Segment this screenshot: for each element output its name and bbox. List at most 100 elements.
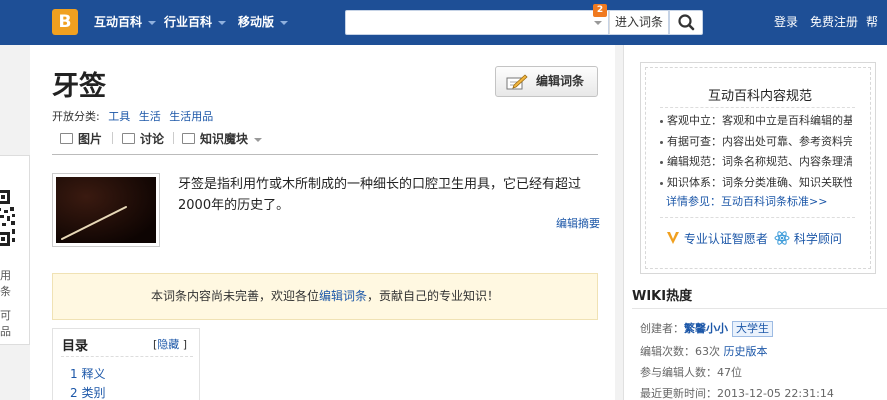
rule-item-text: 客观中立：客观和中立是百科编辑的基础: [667, 114, 852, 127]
chevron-down-icon: [254, 137, 263, 142]
professional-volunteer-label: 专业认证智愿者: [683, 232, 768, 246]
updated-value: 2013-12-05 22:31:14: [717, 387, 834, 400]
rule-item-text: 编辑规范：词条名称规范、内容条理清晰: [667, 155, 852, 168]
creator-row: 创建者：繁馨小小 大学生: [640, 320, 773, 337]
rules-divider: [660, 107, 855, 108]
edit-summary-link[interactable]: 编辑摘要: [556, 215, 600, 231]
pencil-icon: [506, 74, 528, 90]
image-icon: [60, 133, 73, 144]
tab-images[interactable]: 图片: [60, 130, 102, 147]
rule-item: 有据可查：内容出处可靠、参考资料完善: [660, 133, 852, 149]
rule-item-text: 知识体系：词条分类准确、知识关联性强: [667, 176, 852, 189]
wiki-divider: [632, 308, 887, 309]
comment-icon: [122, 133, 135, 144]
toc-hide-toggle[interactable]: [隐藏 ]: [153, 336, 187, 352]
search-input[interactable]: [345, 10, 609, 35]
bullet-icon: [660, 119, 663, 123]
notice-text-after: ，贡献自己的专业知识！: [367, 289, 500, 303]
toc-item[interactable]: 2 类别: [70, 384, 105, 400]
toothpick-image: [56, 177, 156, 243]
tab-discussion-label: 讨论: [140, 132, 165, 146]
nav-mobile[interactable]: 移动版: [238, 0, 289, 45]
incomplete-notice: 本词条内容尚未完善，欢迎各位编辑词条，贡献自己的专业知识！: [52, 273, 598, 320]
login-link[interactable]: 登录: [774, 0, 798, 45]
tab-knowledge-block-label: 知识魔块: [200, 132, 249, 146]
science-advisor-label: 科学顾问: [793, 232, 842, 246]
table-of-contents: 目录 [隐藏 ] 1 释义 2 类别: [52, 328, 200, 400]
search-dropdown-icon[interactable]: [594, 21, 602, 25]
toc-item[interactable]: 1 释义: [70, 365, 105, 382]
open-categories: 开放分类: 工具 生活 生活用品: [52, 108, 213, 124]
toc-bracket-close: ]: [182, 338, 188, 351]
category-link-life[interactable]: 生活: [139, 110, 161, 123]
chevron-down-icon: [280, 20, 289, 25]
tab-knowledge-block[interactable]: 知识魔块: [182, 130, 263, 147]
rules-divider: [660, 217, 855, 218]
edit-entry-label: 编辑词条: [536, 74, 585, 88]
toc-title: 目录: [62, 339, 89, 354]
professional-volunteer-link[interactable]: 专业认证智愿者: [666, 230, 768, 247]
notice-edit-link[interactable]: 编辑词条: [319, 289, 367, 303]
tab-divider: [173, 132, 174, 144]
nav-hudong-baike-label: 互动百科: [94, 15, 143, 29]
rules-detail-link[interactable]: 详情参见：互动百科词条标准>>: [666, 193, 827, 209]
tab-images-label: 图片: [78, 132, 103, 146]
search-icon: [678, 14, 695, 31]
tab-divider: [112, 132, 113, 144]
categories-label: 开放分类:: [52, 110, 100, 123]
editors-value: 47位: [717, 366, 742, 379]
qr-code-icon: [0, 188, 16, 250]
science-advisor-link[interactable]: 科学顾问: [774, 230, 842, 247]
editors-label: 参与编辑人数：: [640, 366, 717, 379]
nav-mobile-label: 移动版: [238, 15, 275, 29]
toc-divider: [61, 356, 193, 357]
register-link[interactable]: 免费注册: [810, 0, 858, 45]
rule-item-text: 有据可查：内容出处可靠、参考资料完善: [667, 135, 852, 148]
history-version-link[interactable]: 历史版本: [724, 345, 768, 358]
tabs-divider: [52, 154, 598, 155]
enter-entry-button[interactable]: 进入词条: [609, 10, 669, 35]
puzzle-icon: [182, 133, 195, 144]
updated-label: 最近更新时间：: [640, 387, 717, 400]
editors-row: 参与编辑人数：47位: [640, 364, 742, 380]
nav-industry-baike-label: 行业百科: [164, 15, 213, 29]
chevron-down-icon: [218, 20, 227, 25]
category-link-daily-goods[interactable]: 生活用品: [169, 110, 213, 123]
toc-hide-label: 隐藏: [157, 338, 180, 351]
bullet-icon: [660, 160, 663, 164]
entry-thumbnail[interactable]: [52, 173, 160, 247]
search-button[interactable]: [669, 10, 703, 35]
top-navigation-bar: B 互动百科 行业百科 移动版 2 进入词条 登录 免费注册 帮助: [0, 0, 887, 74]
bullet-icon: [660, 181, 663, 185]
entry-summary: 牙签是指利用竹或木所制成的一种细长的口腔卫生用具，它已经有超过2000年的历史了…: [178, 177, 582, 213]
chevron-down-icon: [148, 20, 157, 25]
creator-name-link[interactable]: 繁馨小小: [684, 322, 728, 335]
nav-industry-baike[interactable]: 行业百科: [164, 0, 227, 45]
site-logo[interactable]: B: [52, 9, 78, 35]
v-badge-icon: [667, 232, 679, 244]
content-rules-title: 互动百科内容规范: [708, 89, 813, 104]
edit-entry-button[interactable]: 编辑词条: [495, 66, 598, 97]
floating-qr-panel: 用 条 可 品: [0, 155, 30, 345]
rule-item: 知识体系：词条分类准确、知识关联性强: [660, 174, 852, 190]
notice-text-before: 本词条内容尚未完善，欢迎各位: [150, 289, 319, 303]
edit-count-label: 编辑次数：: [640, 345, 695, 358]
edit-count-row: 编辑次数：63次 历史版本: [640, 343, 768, 359]
edge-text: 可: [0, 309, 11, 322]
creator-label: 创建者：: [640, 322, 684, 335]
bullet-icon: [660, 140, 663, 144]
edge-text: 条: [0, 285, 11, 298]
rule-item: 编辑规范：词条名称规范、内容条理清晰: [660, 153, 852, 169]
category-link-tools[interactable]: 工具: [108, 110, 130, 123]
edge-text: 用: [0, 269, 11, 282]
notification-badge: 2: [593, 4, 607, 17]
tab-discussion[interactable]: 讨论: [122, 130, 164, 147]
creator-tag: 大学生: [732, 321, 773, 337]
toothpick-image-art: [56, 177, 156, 243]
nav-hudong-baike[interactable]: 互动百科: [94, 0, 157, 45]
page-title: 牙签: [52, 71, 106, 102]
edit-count-value: 63次: [695, 345, 720, 358]
wiki-heat-title: WIKI热度: [632, 289, 693, 304]
edge-text: 品: [0, 325, 11, 338]
atom-icon: [774, 231, 790, 245]
